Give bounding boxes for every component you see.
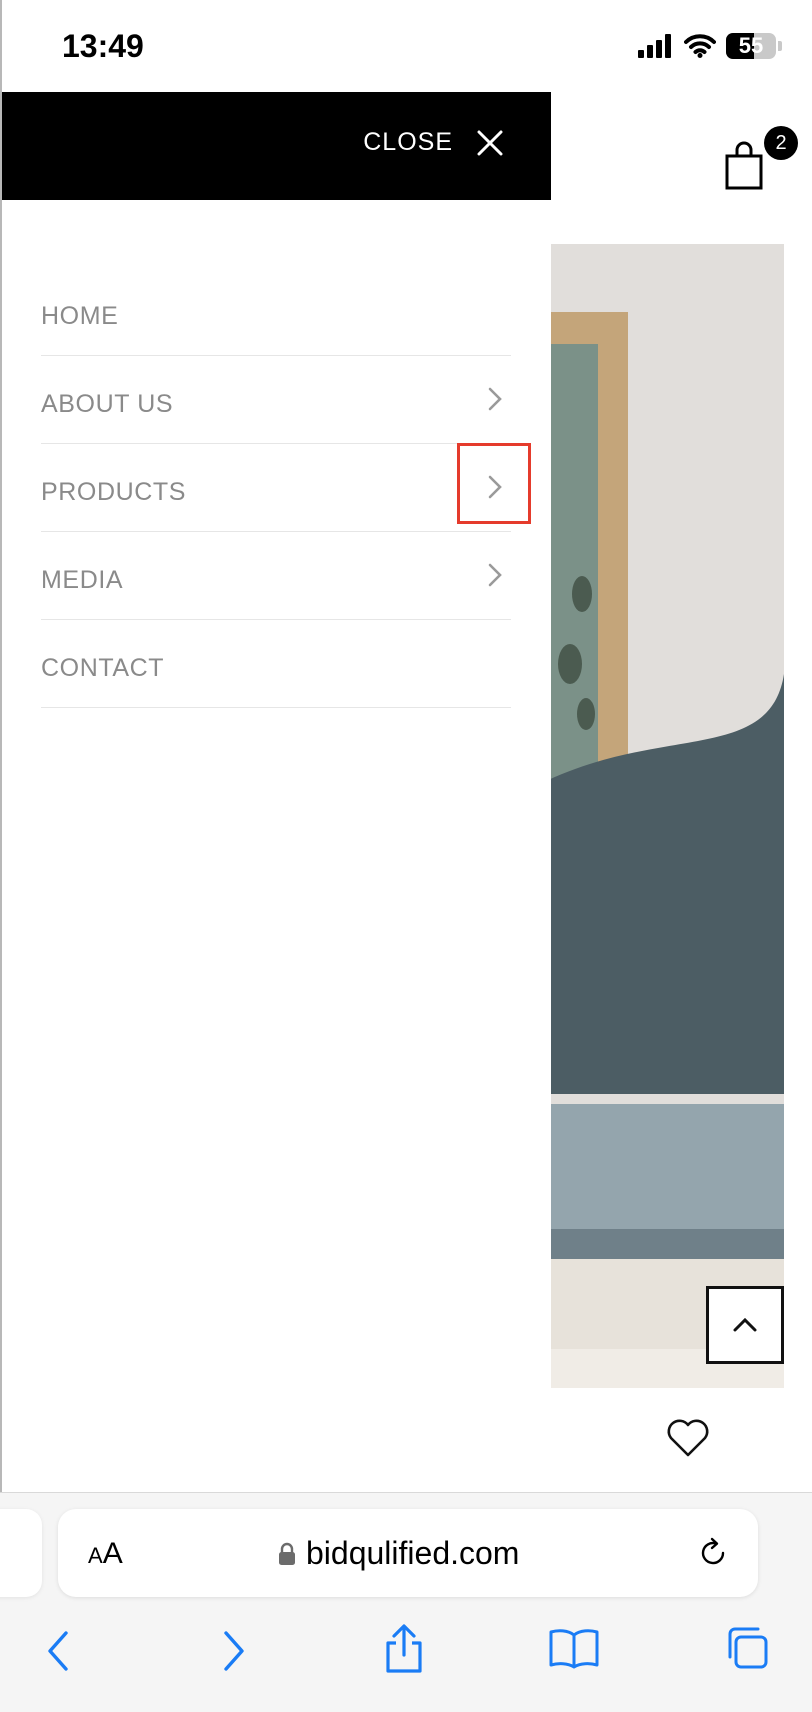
previous-tab-pill[interactable] bbox=[0, 1509, 42, 1597]
address-bar[interactable]: AA bidqulified.com bbox=[58, 1509, 758, 1597]
text-size-button[interactable]: AA bbox=[88, 1537, 123, 1571]
chevron-right-icon[interactable] bbox=[487, 474, 503, 500]
close-x-icon bbox=[477, 130, 503, 155]
text-size-small: A bbox=[88, 1543, 103, 1568]
close-label: CLOSE bbox=[363, 128, 453, 156]
nav-item-about-us[interactable]: ABOUT US bbox=[41, 356, 511, 444]
wifi-icon bbox=[684, 34, 716, 58]
cellular-signal-icon bbox=[638, 34, 671, 58]
tabs-icon[interactable] bbox=[724, 1625, 770, 1671]
chevron-up-icon bbox=[733, 1317, 757, 1332]
nav-item-label: HOME bbox=[41, 302, 119, 330]
bookmarks-book-icon[interactable] bbox=[548, 1627, 600, 1669]
heart-icon[interactable] bbox=[666, 1418, 710, 1458]
nav-item-label: MEDIA bbox=[41, 566, 124, 594]
battery-indicator: 55 bbox=[726, 33, 776, 59]
scroll-to-top-button[interactable] bbox=[706, 1286, 784, 1364]
url-display[interactable]: bidqulified.com bbox=[278, 1535, 519, 1572]
text-size-large: A bbox=[102, 1537, 123, 1570]
nav-item-label: PRODUCTS bbox=[41, 478, 187, 506]
chevron-right-icon[interactable] bbox=[487, 386, 503, 412]
cart-count-badge: 2 bbox=[764, 126, 798, 160]
nav-item-home[interactable]: HOME bbox=[41, 268, 511, 356]
status-bar: 13:49 55 bbox=[0, 0, 812, 92]
screen-edge bbox=[0, 0, 2, 1712]
hero-image bbox=[540, 244, 784, 1388]
chevron-right-icon[interactable] bbox=[487, 562, 503, 588]
battery-level: 55 bbox=[738, 33, 764, 58]
nav-item-label: ABOUT US bbox=[41, 390, 174, 418]
nav-item-label: CONTACT bbox=[41, 654, 165, 682]
forward-arrow-icon[interactable] bbox=[220, 1629, 248, 1673]
close-button[interactable]: CLOSE bbox=[363, 128, 503, 157]
drawer-header: CLOSE bbox=[0, 92, 551, 200]
url-text: bidqulified.com bbox=[306, 1535, 520, 1571]
side-drawer: CLOSE HOME ABOUT US PRODUCTS MEDIA CONTA… bbox=[0, 92, 551, 1492]
reload-icon[interactable] bbox=[696, 1535, 730, 1569]
browser-chrome: AA bidqulified.com bbox=[0, 1492, 812, 1712]
status-icons: 55 bbox=[638, 32, 782, 60]
share-icon[interactable] bbox=[382, 1623, 426, 1675]
drawer-nav: HOME ABOUT US PRODUCTS MEDIA CONTACT bbox=[41, 268, 511, 708]
nav-item-products[interactable]: PRODUCTS bbox=[41, 444, 511, 532]
nav-item-contact[interactable]: CONTACT bbox=[41, 620, 511, 708]
browser-toolbar bbox=[0, 1611, 812, 1711]
lock-icon bbox=[279, 1542, 295, 1565]
page: 13:49 55 2 CLOSE HOME ABOUT US PRODUCTS … bbox=[0, 0, 812, 1712]
status-time: 13:49 bbox=[62, 28, 144, 64]
battery-nub bbox=[778, 41, 782, 51]
back-arrow-icon[interactable] bbox=[44, 1629, 72, 1673]
nav-item-media[interactable]: MEDIA bbox=[41, 532, 511, 620]
sofa-room-image bbox=[540, 244, 784, 1388]
